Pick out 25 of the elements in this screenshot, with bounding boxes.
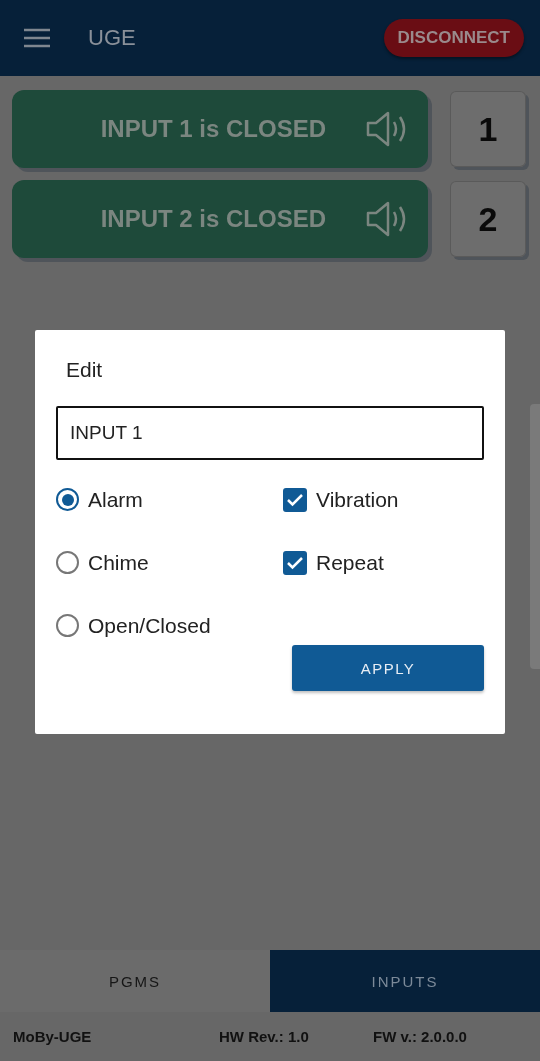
disconnect-button[interactable]: DISCONNECT — [383, 19, 524, 57]
tab[interactable]: PGMS — [0, 950, 270, 1012]
input-number-button[interactable]: 2 — [450, 181, 526, 257]
firmware-version: FW v.: 2.0.0.0 — [373, 1028, 468, 1045]
hardware-revision: HW Rev.: 1.0 — [219, 1028, 310, 1045]
menu-icon[interactable] — [24, 28, 50, 48]
checkbox[interactable] — [283, 550, 307, 575]
option-label: Alarm — [88, 487, 143, 512]
radio-button[interactable] — [56, 488, 79, 511]
app-title: UGE — [88, 25, 137, 51]
apply-button[interactable]: APPLY — [292, 645, 484, 691]
option-label: Chime — [88, 550, 149, 575]
option-label: Repeat — [316, 550, 384, 575]
radio-button[interactable] — [56, 614, 79, 637]
name-input-field[interactable]: INPUT 1 — [56, 406, 484, 460]
radio-button[interactable] — [56, 551, 79, 574]
tab[interactable]: INPUTS — [270, 950, 540, 1012]
option-label: Vibration — [316, 487, 399, 512]
device-name: MoBy-UGE — [13, 1028, 93, 1045]
option-label: Open/Closed — [88, 613, 211, 638]
checkbox[interactable] — [283, 487, 307, 512]
dialog-title: Edit — [65, 358, 104, 382]
checkmark-icon — [287, 555, 303, 570]
input-number-button[interactable]: 1 — [450, 91, 526, 167]
checkmark-icon — [287, 492, 303, 507]
